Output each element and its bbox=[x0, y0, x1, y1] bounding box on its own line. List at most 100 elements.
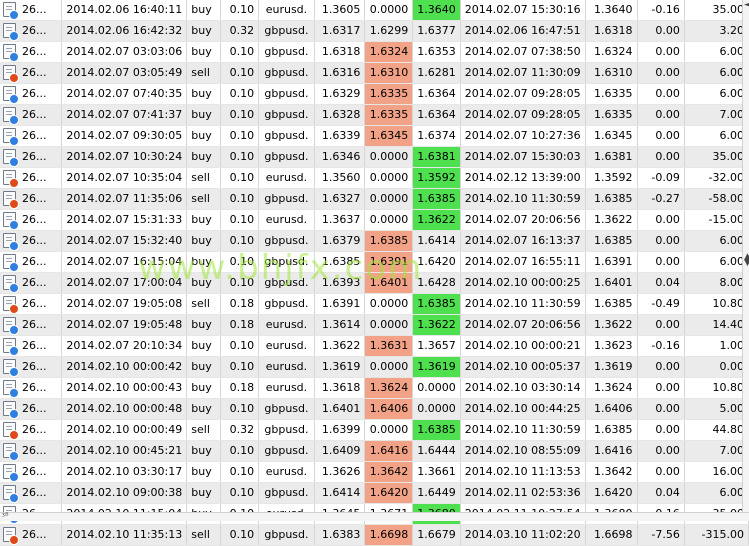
open-price-cell-text: 1.3614 bbox=[321, 318, 361, 331]
ticket-cell: 26... bbox=[0, 377, 63, 399]
open-price-cell-text: 1.3618 bbox=[321, 381, 361, 394]
stop-loss-cell: 1.6324 bbox=[364, 41, 414, 63]
size-cell-text: 0.10 bbox=[229, 402, 255, 415]
table-row[interactable]: 26... 2014.02.10 00:45:21 buy 0.10 gbpusd. 1.… bbox=[0, 440, 749, 462]
close-price-cell: 1.3640 bbox=[585, 0, 638, 21]
stop-loss-cell: 1.6335 bbox=[364, 104, 414, 126]
take-profit-cell: 1.6414 bbox=[412, 230, 461, 252]
commission-cell-text: -7.56 bbox=[651, 528, 680, 541]
close-time-cell-text: 2014.02.10 00:44:25 bbox=[464, 402, 581, 415]
ticket-cell: 26... bbox=[0, 83, 63, 105]
commission-cell: 0.00 bbox=[637, 62, 685, 84]
profit-cell-text: 14.40 bbox=[712, 318, 745, 331]
take-profit-cell: 1.6420 bbox=[412, 251, 461, 273]
close-time-cell-text: 2014.02.10 11:30:59 bbox=[464, 423, 581, 436]
table-row[interactable]: 26... 2014.02.10 03:30:17 buy 0.10 eurusd. 1.… bbox=[0, 461, 749, 483]
profit-cell-text: 6.00 bbox=[719, 45, 745, 58]
ticket-cell: 26... bbox=[0, 0, 63, 21]
buy-order-icon bbox=[3, 2, 19, 20]
open-price-cell: 1.3622 bbox=[314, 335, 366, 357]
scroll-left-arrow-icon[interactable]: ◄ bbox=[744, 0, 749, 10]
table-row[interactable]: 26... 2014.02.07 07:41:37 buy 0.10 gbpusd. 1.… bbox=[0, 104, 749, 126]
ticket-cell-text: 26... bbox=[22, 486, 47, 499]
table-row[interactable]: 26... 2014.02.07 16:15:04 buy 0.10 gbpusd. 1.… bbox=[0, 251, 749, 273]
take-profit-cell-text: 1.3622 bbox=[417, 213, 456, 226]
buy-order-icon bbox=[3, 464, 19, 482]
profit-cell-text: 7.00 bbox=[719, 444, 745, 457]
symbol-cell-text: eurusd. bbox=[265, 360, 308, 373]
open-price-cell-text: 1.3560 bbox=[321, 171, 361, 184]
order-type-dot-icon bbox=[9, 325, 19, 335]
symbol-cell-text: gbpusd. bbox=[264, 24, 309, 37]
table-row[interactable]: 26... 2014.02.07 15:31:33 buy 0.10 eurusd. 1.… bbox=[0, 209, 749, 231]
size-cell-text: 0.32 bbox=[229, 24, 255, 37]
table-row[interactable]: 26... 2014.02.10 11:35:13 sell 0.10 gbpusd. 1… bbox=[0, 524, 749, 546]
profit-cell-text: 6.00 bbox=[719, 66, 745, 79]
table-row[interactable]: 26... 2014.02.07 10:35:04 sell 0.10 eurusd. 1… bbox=[0, 167, 749, 189]
table-row[interactable]: 26... 2014.02.07 03:05:49 sell 0.10 gbpusd. 1… bbox=[0, 62, 749, 84]
open-time-cell-text: 2014.02.07 10:30:24 bbox=[66, 150, 183, 163]
scroll-down-arrow-icon[interactable]: ▼ bbox=[744, 258, 749, 268]
stop-loss-cell-text: 1.6324 bbox=[369, 45, 409, 58]
open-time-cell: 2014.02.10 03:30:17 bbox=[61, 461, 188, 483]
table-row[interactable]: 26... 2014.02.07 17:00:04 buy 0.10 gbpusd. 1.… bbox=[0, 272, 749, 294]
open-price-cell-text: 1.3622 bbox=[321, 339, 361, 352]
stop-loss-cell-text: 1.3624 bbox=[369, 381, 409, 394]
profit-cell-text: 3.20 bbox=[719, 24, 745, 37]
profit-cell-text: 6.00 bbox=[719, 129, 745, 142]
table-row[interactable]: 26... 2014.02.07 03:03:06 buy 0.10 gbpusd. 1.… bbox=[0, 41, 749, 63]
commission-cell: 0.00 bbox=[637, 20, 685, 42]
table-row[interactable]: 26... 2014.02.07 15:32:40 buy 0.10 gbpusd. 1.… bbox=[0, 230, 749, 252]
table-row[interactable]: 26... 2014.02.07 10:30:24 buy 0.10 gbpusd. 1.… bbox=[0, 146, 749, 168]
table-row[interactable]: 26... 2014.02.06 16:40:11 buy 0.10 eurusd. 1.… bbox=[0, 0, 749, 21]
ticket-cell-text: 26... bbox=[22, 3, 47, 16]
close-time-cell-text: 2014.02.11 02:53:36 bbox=[464, 486, 581, 499]
stop-loss-cell-text: 0.0000 bbox=[369, 3, 409, 16]
table-row[interactable]: 26... 2014.02.07 20:10:34 buy 0.10 eurusd. 1.… bbox=[0, 335, 749, 357]
close-price-cell: 1.6335 bbox=[585, 104, 638, 126]
type-cell: buy bbox=[186, 335, 222, 357]
open-time-cell-text: 2014.02.07 03:03:06 bbox=[66, 45, 183, 58]
open-time-cell-text: 2014.02.07 19:05:48 bbox=[66, 318, 183, 331]
table-row[interactable]: 26... 2014.02.07 19:05:08 sell 0.18 gbpusd. 1… bbox=[0, 293, 749, 315]
table-row[interactable]: 26... 2014.02.07 07:40:35 buy 0.10 gbpusd. 1.… bbox=[0, 83, 749, 105]
table-row[interactable]: 26... 2014.02.10 00:00:48 buy 0.10 gbpusd. 1.… bbox=[0, 398, 749, 420]
table-row[interactable]: 26... 2014.02.10 00:00:49 sell 0.32 gbpusd. 1… bbox=[0, 419, 749, 441]
symbol-cell-text: gbpusd. bbox=[264, 402, 309, 415]
close-time-cell: 2014.02.10 08:55:09 bbox=[460, 440, 586, 462]
take-profit-cell: 1.6377 bbox=[412, 20, 461, 42]
commission-cell: 0.04 bbox=[637, 482, 685, 504]
symbol-cell: gbpusd. bbox=[258, 272, 315, 294]
table-row[interactable]: 26... 2014.02.07 11:35:06 sell 0.10 gbpusd. 1… bbox=[0, 188, 749, 210]
close-price-cell-text: 1.3624 bbox=[594, 381, 633, 394]
table-row[interactable]: 26... 2014.02.06 16:42:32 buy 0.32 gbpusd. 1.… bbox=[0, 20, 749, 42]
commission-cell: 0.00 bbox=[637, 377, 685, 399]
open-price-cell-text: 1.6385 bbox=[321, 255, 361, 268]
size-cell-text: 0.10 bbox=[229, 3, 255, 16]
type-cell-text: sell bbox=[191, 528, 210, 541]
close-price-cell-text: 1.6391 bbox=[594, 255, 633, 268]
profit-cell: -32.00 bbox=[684, 167, 749, 189]
symbol-cell-text: gbpusd. bbox=[264, 528, 309, 541]
vertical-scrollbar[interactable]: ◄ ▲ ▼ bbox=[742, 0, 749, 520]
close-price-cell-text: 1.6381 bbox=[594, 150, 633, 163]
open-time-cell-text: 2014.02.07 20:10:34 bbox=[66, 339, 183, 352]
close-price-cell-text: 1.6318 bbox=[594, 24, 633, 37]
table-row[interactable]: 26... 2014.02.07 19:05:48 buy 0.18 eurusd. 1.… bbox=[0, 314, 749, 336]
type-cell: sell bbox=[186, 167, 222, 189]
table-row[interactable]: 26... 2014.02.10 09:00:38 buy 0.10 gbpusd. 1.… bbox=[0, 482, 749, 504]
ticket-cell-text: 26... bbox=[22, 297, 47, 310]
table-row[interactable]: 26... 2014.02.10 00:00:43 buy 0.18 eurusd. 1.… bbox=[0, 377, 749, 399]
stop-loss-cell-text: 1.3631 bbox=[369, 339, 409, 352]
size-cell-text: 0.10 bbox=[229, 444, 255, 457]
take-profit-cell-text: 1.6385 bbox=[417, 297, 456, 310]
open-time-cell-text: 2014.02.10 00:00:42 bbox=[66, 360, 183, 373]
buy-order-icon bbox=[3, 275, 19, 293]
table-row[interactable]: 26... 2014.02.07 09:30:05 buy 0.10 gbpusd. 1.… bbox=[0, 125, 749, 147]
open-time-cell: 2014.02.10 00:00:43 bbox=[61, 377, 188, 399]
table-row[interactable]: 26... 2014.02.10 00:00:42 buy 0.10 eurusd. 1.… bbox=[0, 356, 749, 378]
symbol-cell: gbpusd. bbox=[258, 251, 315, 273]
order-type-dot-icon bbox=[9, 220, 19, 230]
stop-loss-cell-text: 1.6406 bbox=[369, 402, 409, 415]
commission-cell-text: -0.16 bbox=[651, 3, 680, 16]
